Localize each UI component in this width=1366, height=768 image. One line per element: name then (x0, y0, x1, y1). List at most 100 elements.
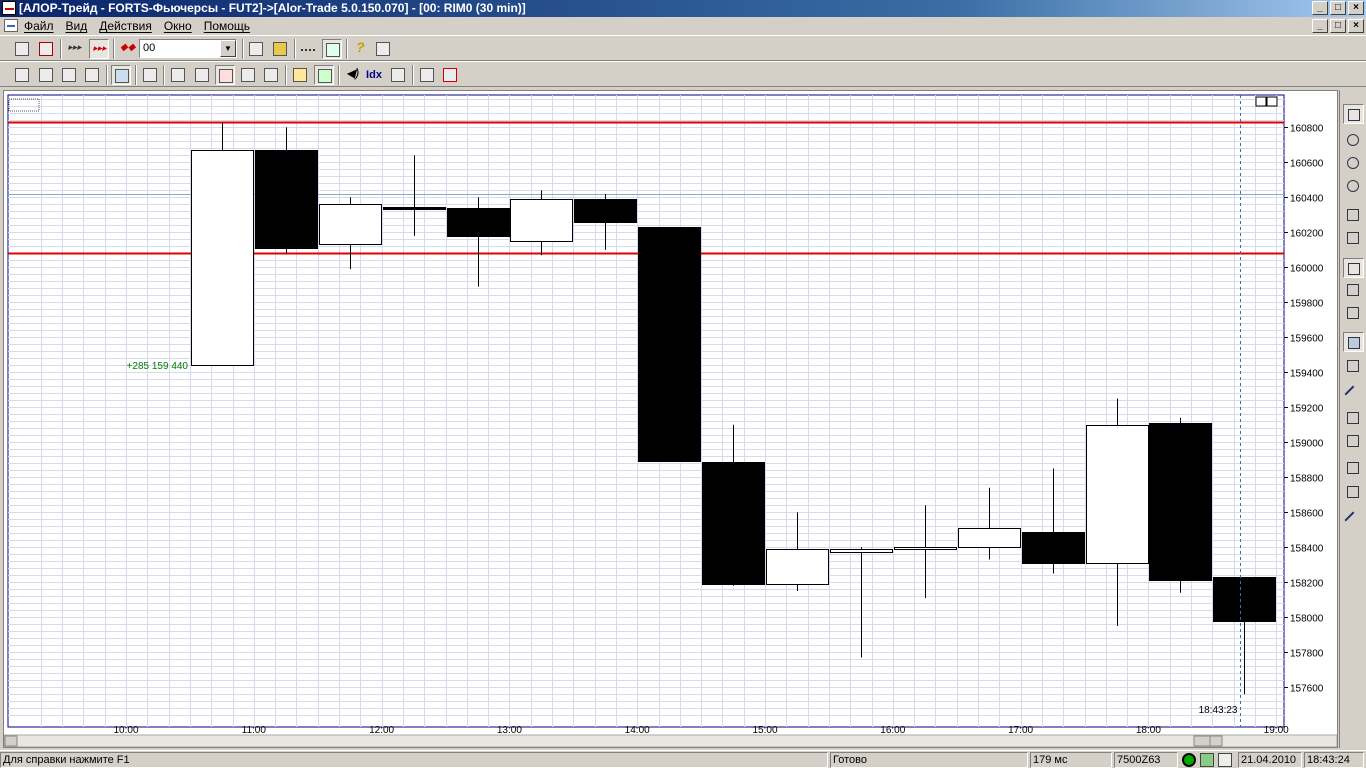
status-time: 18:43:24 (1304, 752, 1364, 768)
settings-icon[interactable] (417, 65, 437, 85)
chevron-down-icon[interactable]: ▼ (220, 40, 236, 57)
menu-view[interactable]: Вид (66, 18, 88, 34)
candle-body-down (1213, 577, 1276, 622)
menu-help[interactable]: Помощь (204, 18, 250, 34)
trades-icon[interactable] (59, 65, 79, 85)
menu-actions[interactable]: Действия (99, 18, 152, 34)
y-tick-label: 160200 (1290, 229, 1324, 240)
group-icon[interactable]: ◆◆ (117, 39, 137, 59)
x-tick-label: 14:00 (625, 725, 650, 736)
help-icon[interactable]: ? (350, 39, 370, 59)
line-tool-icon[interactable] (1343, 379, 1364, 403)
server-status-icon (1200, 753, 1214, 767)
connect-icon[interactable] (440, 65, 460, 85)
candle-body-down (1149, 423, 1212, 581)
positions-icon[interactable] (82, 65, 102, 85)
candlestick-chart[interactable]: +285 159 44018:43:2316080016060016040016… (4, 91, 1337, 747)
speaker-icon[interactable]: ◀) (342, 65, 362, 85)
group-select[interactable]: 00 ▼ (139, 39, 237, 58)
separator-icon[interactable] (298, 39, 318, 59)
horizontal-scrollbar[interactable] (4, 734, 1337, 747)
scroll-thumb[interactable] (1193, 735, 1211, 747)
level-tool-icon[interactable] (1343, 356, 1364, 376)
mdi-restore-button[interactable]: □ (1330, 19, 1346, 33)
diag-icon[interactable] (1343, 505, 1364, 529)
chart-window[interactable]: +285 159 440 18:43:23 160800 160600 160400 16… (3, 90, 1338, 748)
home-icon[interactable] (373, 39, 393, 59)
x-tick-label: 10:00 (113, 725, 138, 736)
scale-v-icon[interactable] (1343, 228, 1364, 248)
portfolio-icon[interactable] (168, 65, 188, 85)
hline-icon[interactable] (1343, 458, 1364, 478)
zoom-in-icon[interactable] (1343, 176, 1364, 196)
candle-body-down (1022, 532, 1085, 564)
money-icon[interactable] (192, 65, 212, 85)
grid-icon[interactable] (1343, 408, 1364, 428)
y-tick-label: 159400 (1290, 369, 1324, 380)
status-account: 7500Z63 (1114, 752, 1178, 768)
order-tool-icon[interactable] (1343, 332, 1364, 352)
candle-body-up (1086, 425, 1149, 564)
sound-icon[interactable] (314, 65, 334, 85)
y-tick-label: 158600 (1290, 509, 1324, 520)
scale-h-icon[interactable] (1343, 205, 1364, 225)
status-bar: Для справки нажмите F1 Готово 179 мс 750… (0, 750, 1366, 768)
maximize-button[interactable]: □ (1330, 1, 1346, 15)
news-icon[interactable] (215, 65, 235, 85)
candle-body-up (894, 547, 957, 550)
chart-tools-toolbar (1339, 90, 1366, 748)
quotes-icon[interactable] (12, 65, 32, 85)
order-icon[interactable] (12, 39, 32, 59)
price-change-label: +285 159 440 (127, 361, 189, 372)
mdi-minimize-button[interactable]: _ (1312, 19, 1328, 33)
candle (1149, 417, 1212, 593)
scroll-right-button[interactable] (1209, 735, 1223, 747)
y-tick-label: 157600 (1290, 684, 1324, 695)
expand-icon[interactable] (1343, 280, 1364, 300)
candle-body-up (958, 528, 1021, 548)
alerts-icon[interactable] (290, 65, 310, 85)
x-tick-label: 12:00 (369, 725, 394, 736)
report-icon[interactable] (388, 65, 408, 85)
group-select-value: 00 (143, 42, 156, 54)
autotrade-icon[interactable]: ▸▸▸ (65, 39, 85, 59)
table-icon[interactable] (140, 65, 160, 85)
cancel-order-icon[interactable] (36, 39, 56, 59)
y-tick-label: 159200 (1290, 404, 1324, 415)
new-chart-icon[interactable] (246, 39, 266, 59)
table-grid-icon[interactable] (1343, 431, 1364, 451)
y-tick-label: 158200 (1290, 579, 1324, 590)
mdi-close-button[interactable]: × (1348, 19, 1364, 33)
close-button[interactable]: × (1348, 1, 1364, 15)
fit-icon[interactable] (1343, 258, 1364, 278)
y-tick-label: 160000 (1290, 264, 1324, 275)
compress-icon[interactable] (1343, 303, 1364, 323)
chart-minimize-button[interactable] (1255, 96, 1267, 107)
y-tick-label: 160600 (1290, 159, 1324, 170)
menu-file[interactable]: Файл (24, 18, 54, 34)
instruments-icon[interactable] (111, 65, 131, 85)
open-icon[interactable] (270, 39, 290, 59)
zoom-icon[interactable] (1343, 130, 1364, 150)
x-tick-label: 16:00 (880, 725, 905, 736)
vline-icon[interactable] (1343, 482, 1364, 502)
chart-maximize-button[interactable] (1266, 96, 1278, 107)
zoom-out-icon[interactable] (1343, 153, 1364, 173)
deals-icon[interactable] (238, 65, 258, 85)
candle-body-up (766, 549, 829, 585)
chart-type-icon[interactable] (1343, 104, 1364, 124)
scroll-left-button[interactable] (4, 735, 18, 747)
orders-icon[interactable] (36, 65, 56, 85)
window-icon[interactable] (322, 39, 342, 59)
candle-body-down (638, 227, 701, 462)
x-tick-label: 19:00 (1264, 725, 1289, 736)
document-icon[interactable] (4, 19, 18, 32)
handshake-icon[interactable] (261, 65, 281, 85)
candle-body-up (191, 150, 254, 366)
minimize-button[interactable]: _ (1312, 1, 1328, 15)
x-tick-label: 11:00 (242, 725, 267, 736)
autotrade-active-icon[interactable]: ▸▸▸ (89, 39, 109, 59)
idx-icon[interactable]: Idx (364, 65, 384, 85)
candle (191, 122, 254, 366)
menu-window[interactable]: Окно (164, 18, 192, 34)
